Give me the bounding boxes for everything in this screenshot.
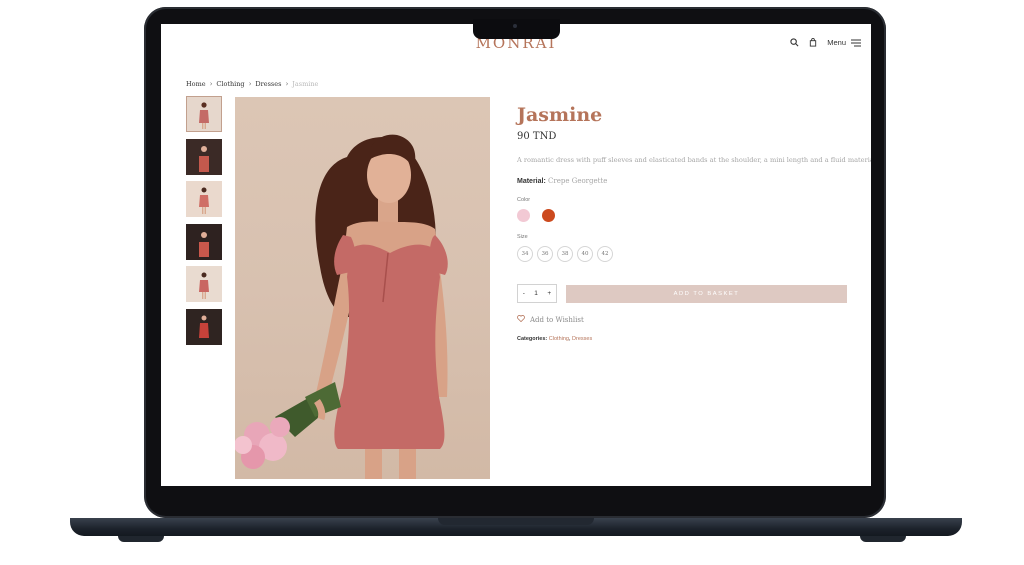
product-details: Jasmine 90 TND A romantic dress with puf… bbox=[517, 104, 871, 342]
thumbnail-3[interactable] bbox=[186, 181, 222, 218]
material-label: Material: bbox=[517, 178, 546, 185]
chevron-right-icon: › bbox=[248, 80, 252, 88]
laptop-screen: MONRAI Menu Home › Clothing › Dresses › … bbox=[161, 24, 871, 486]
category-link-clothing[interactable]: Clothing bbox=[549, 336, 569, 342]
size-options: 34 36 38 40 42 bbox=[517, 246, 847, 262]
add-to-basket-button[interactable]: ADD TO BASKET bbox=[565, 284, 847, 303]
color-swatches bbox=[517, 209, 847, 222]
size-option-36[interactable]: 36 bbox=[537, 246, 553, 262]
add-to-wishlist-link[interactable]: Add to Wishlist bbox=[517, 315, 847, 324]
menu-button[interactable]: Menu bbox=[827, 38, 861, 47]
categories-row: Categories: Clothing, Dresses bbox=[517, 336, 593, 342]
menu-label: Menu bbox=[827, 38, 846, 47]
breadcrumb-current: Jasmine bbox=[292, 80, 319, 88]
size-option-34[interactable]: 34 bbox=[517, 246, 533, 262]
size-label: Size bbox=[517, 234, 528, 240]
bag-icon[interactable] bbox=[809, 38, 817, 47]
wishlist-label: Add to Wishlist bbox=[530, 315, 584, 324]
thumbnail-6[interactable] bbox=[186, 308, 222, 345]
material-value: Crepe Georgette bbox=[548, 177, 608, 185]
breadcrumb-home[interactable]: Home bbox=[186, 80, 206, 88]
quantity-decrease-button[interactable]: - bbox=[523, 290, 525, 297]
breadcrumb-dresses[interactable]: Dresses bbox=[255, 80, 281, 88]
size-option-40[interactable]: 40 bbox=[577, 246, 593, 262]
size-option-42[interactable]: 42 bbox=[597, 246, 613, 262]
heart-icon bbox=[517, 315, 525, 324]
category-link-dresses[interactable]: Dresses bbox=[572, 336, 592, 342]
search-icon[interactable] bbox=[790, 38, 799, 47]
product-description: A romantic dress with puff sleeves and e… bbox=[517, 156, 871, 164]
breadcrumb: Home › Clothing › Dresses › Jasmine bbox=[186, 80, 318, 88]
menu-icon bbox=[851, 39, 861, 47]
thumbnail-4[interactable] bbox=[186, 223, 222, 260]
header-actions: Menu bbox=[790, 38, 861, 47]
product-title: Jasmine bbox=[517, 104, 603, 126]
color-swatch-orange[interactable] bbox=[542, 209, 555, 222]
cart-row: - 1 + ADD TO BASKET bbox=[517, 284, 847, 303]
product-price: 90 TND bbox=[517, 131, 557, 142]
chevron-right-icon: › bbox=[209, 80, 213, 88]
quantity-value[interactable]: 1 bbox=[534, 290, 538, 297]
laptop-base bbox=[70, 518, 962, 536]
thumbnail-1[interactable] bbox=[186, 96, 222, 132]
size-option-38[interactable]: 38 bbox=[557, 246, 573, 262]
laptop-foot-right bbox=[860, 536, 906, 542]
quantity-increase-button[interactable]: + bbox=[547, 290, 551, 297]
material-row: Material: Crepe Georgette bbox=[517, 177, 847, 185]
color-label: Color bbox=[517, 197, 531, 203]
thumbnail-gallery bbox=[186, 96, 222, 352]
thumbnail-5[interactable] bbox=[186, 266, 222, 303]
thumbnail-2[interactable] bbox=[186, 138, 222, 175]
chevron-right-icon: › bbox=[285, 80, 289, 88]
product-main-image[interactable] bbox=[235, 97, 490, 479]
categories-label: Categories: bbox=[517, 336, 548, 342]
laptop-foot-left bbox=[118, 536, 164, 542]
camera-notch bbox=[473, 19, 560, 39]
color-swatch-pink[interactable] bbox=[517, 209, 530, 222]
quantity-stepper: - 1 + bbox=[517, 284, 557, 303]
breadcrumb-clothing[interactable]: Clothing bbox=[216, 80, 244, 88]
